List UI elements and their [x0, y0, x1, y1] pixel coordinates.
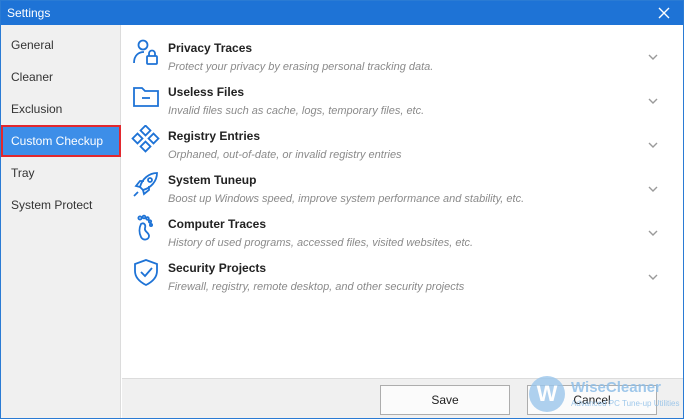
- section-description: History of used programs, accessed files…: [168, 237, 474, 249]
- registry-cubes-icon: [131, 124, 161, 155]
- sidebar: General Cleaner Exclusion Custom Checkup…: [1, 25, 121, 418]
- section-title: Computer Traces: [168, 217, 267, 231]
- section-description: Firewall, registry, remote desktop, and …: [168, 281, 465, 293]
- chevron-down-icon[interactable]: [646, 93, 660, 104]
- title-bar: Settings: [1, 1, 683, 25]
- shield-check-icon: [131, 257, 161, 287]
- section-registry-entries[interactable]: Registry Entries Orphaned, out-of-date, …: [122, 119, 682, 163]
- section-title: Useless Files: [168, 85, 245, 99]
- section-description: Boost up Windows speed, improve system p…: [168, 193, 525, 205]
- chevron-down-icon[interactable]: [646, 181, 660, 192]
- section-description: Protect your privacy by erasing personal…: [168, 61, 434, 73]
- section-computer-traces[interactable]: Computer Traces History of used programs…: [122, 207, 682, 251]
- sidebar-item-system-protect[interactable]: System Protect: [1, 189, 121, 221]
- section-title: Registry Entries: [168, 129, 261, 143]
- sidebar-item-exclusion[interactable]: Exclusion: [1, 93, 121, 125]
- close-icon[interactable]: [655, 4, 673, 22]
- section-security-projects[interactable]: Security Projects Firewall, registry, re…: [122, 251, 682, 295]
- sidebar-item-cleaner[interactable]: Cleaner: [1, 61, 121, 93]
- checkup-sections: Privacy Traces Protect your privacy by e…: [122, 25, 683, 378]
- window-title: Settings: [7, 6, 51, 20]
- section-useless-files[interactable]: Useless Files Invalid files such as cach…: [122, 75, 682, 119]
- user-lock-icon: [131, 37, 161, 67]
- section-description: Invalid files such as cache, logs, tempo…: [168, 105, 425, 117]
- section-title: System Tuneup: [168, 173, 257, 187]
- section-title: Security Projects: [168, 261, 267, 275]
- save-button[interactable]: Save: [380, 385, 510, 415]
- section-system-tuneup[interactable]: System Tuneup Boost up Windows speed, im…: [122, 163, 682, 207]
- folder-icon: [131, 81, 161, 111]
- cancel-button[interactable]: Cancel: [527, 385, 657, 415]
- section-title: Privacy Traces: [168, 41, 253, 55]
- sidebar-item-general[interactable]: General: [1, 29, 121, 61]
- sidebar-item-custom-checkup[interactable]: Custom Checkup: [1, 125, 121, 157]
- section-privacy-traces[interactable]: Privacy Traces Protect your privacy by e…: [122, 31, 682, 75]
- chevron-down-icon[interactable]: [646, 225, 660, 236]
- chevron-down-icon[interactable]: [646, 49, 660, 60]
- rocket-icon: [131, 169, 161, 199]
- settings-window: Settings General Cleaner Exclusion Custo…: [0, 0, 684, 419]
- footprint-icon: [131, 213, 161, 243]
- chevron-down-icon[interactable]: [646, 137, 660, 148]
- chevron-down-icon[interactable]: [646, 269, 660, 280]
- dialog-footer: Save Cancel: [122, 378, 683, 418]
- section-description: Orphaned, out-of-date, or invalid regist…: [168, 149, 402, 161]
- sidebar-item-tray[interactable]: Tray: [1, 157, 121, 189]
